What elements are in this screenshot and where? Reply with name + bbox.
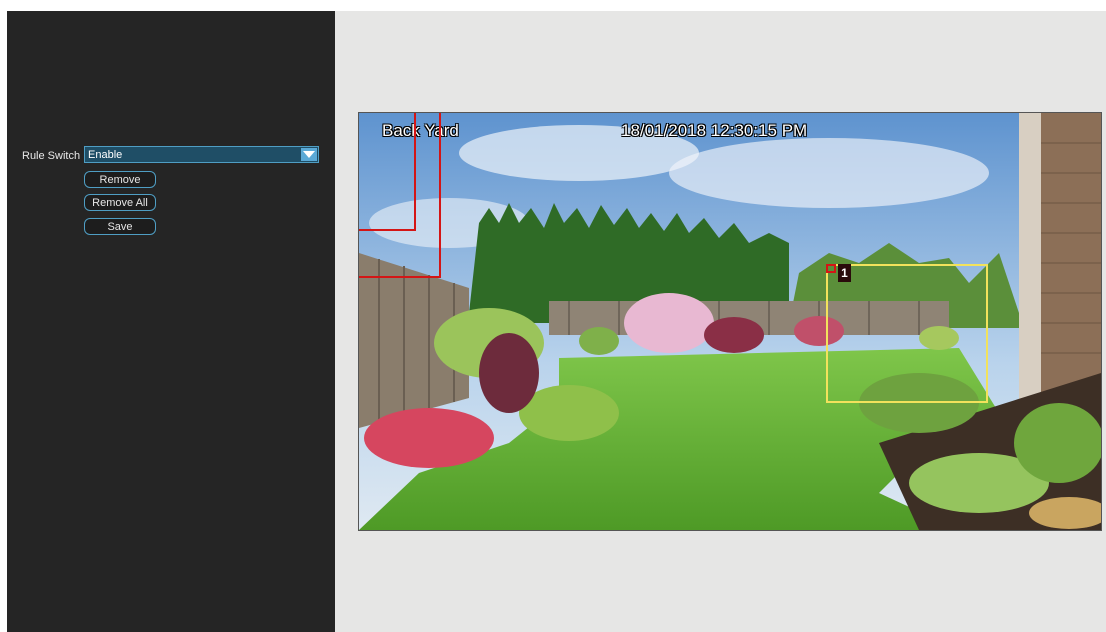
save-button[interactable]: Save	[84, 218, 156, 235]
backyard-scene-image	[359, 113, 1101, 530]
remove-button[interactable]: Remove	[84, 171, 156, 188]
rule-switch-label: Rule Switch	[22, 150, 81, 162]
triangle-down-icon	[303, 151, 315, 158]
zone-handle[interactable]	[826, 264, 836, 273]
remove-all-button[interactable]: Remove All	[84, 194, 156, 211]
yellow-detection-zone[interactable]	[826, 264, 988, 403]
rule-switch-select[interactable]: Enable	[84, 146, 319, 163]
rule-switch-value: Enable	[88, 149, 123, 161]
camera-preview[interactable]: Back Yard 18/01/2018 12:30:15 PM	[358, 112, 1102, 531]
red-detection-zone-inner[interactable]	[359, 113, 416, 231]
timestamp-overlay: 18/01/2018 12:30:15 PM	[621, 121, 808, 140]
dropdown-arrow[interactable]	[301, 148, 317, 161]
zone-number-badge: 1	[838, 264, 851, 282]
settings-panel	[7, 11, 335, 632]
